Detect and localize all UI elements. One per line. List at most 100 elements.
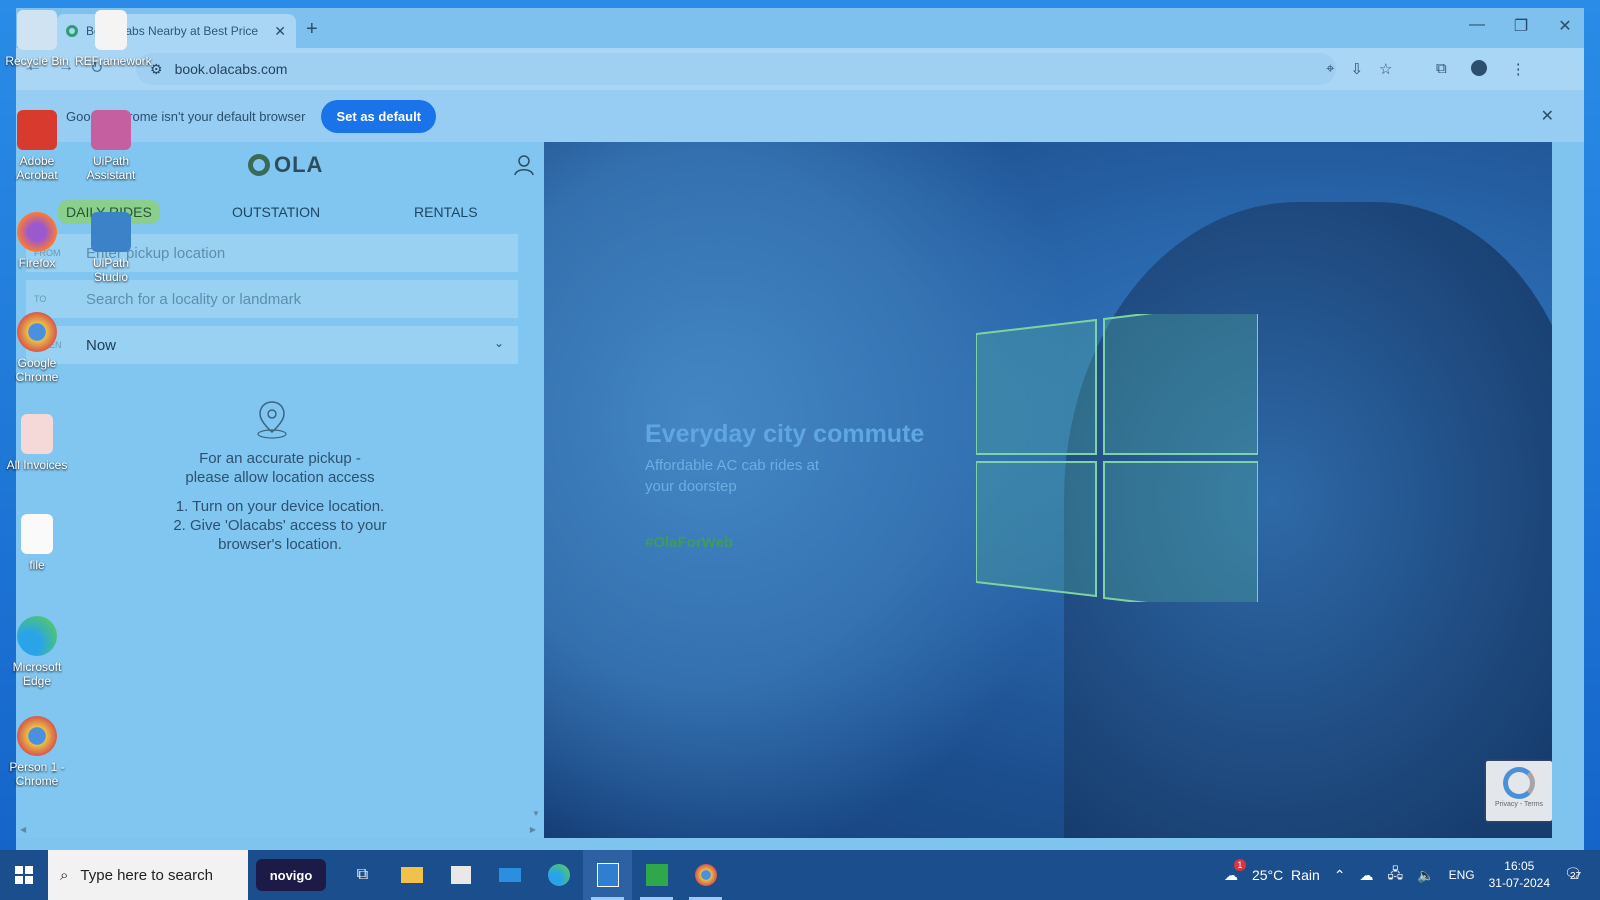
windows-start-icon <box>15 866 33 884</box>
uipath-studio-icon <box>91 212 131 252</box>
taskbar-search-placeholder: Type here to search <box>80 866 213 884</box>
extensions-icon[interactable]: ⧉ <box>1436 60 1447 78</box>
tab-outstation[interactable]: OUTSTATION <box>224 200 328 224</box>
location-blocked-icon[interactable]: ⌖ <box>1326 60 1334 78</box>
recaptcha-icon <box>1503 767 1535 799</box>
novigo-button[interactable]: novigo <box>256 859 326 891</box>
chrome-icon <box>694 864 717 886</box>
start-button[interactable] <box>0 850 48 900</box>
ola-logo-ring-icon <box>248 154 270 176</box>
location-prompt-line1: For an accurate pickup - <box>199 450 361 467</box>
mail-icon <box>498 868 521 882</box>
location-prompt-line2: please allow location access <box>185 469 375 486</box>
restore-icon[interactable]: ❐ <box>1512 16 1530 36</box>
when-select[interactable]: Now <box>86 337 116 354</box>
recaptcha-text[interactable]: Privacy - Terms <box>1486 801 1552 808</box>
close-window-icon[interactable]: ✕ <box>1556 16 1574 36</box>
toolbar-right: ⧉ ⋮ <box>1436 60 1526 78</box>
browser-toolbar: ← → ↻ ⚙ book.olacabs.com ⌖ ⇩ ☆ ⧉ ⋮ <box>16 48 1584 90</box>
taskbar: ⌕ Type here to search novigo ⧉ ☁ 1 25°C … <box>0 850 1600 900</box>
tab-rentals[interactable]: RENTALS <box>406 200 486 224</box>
network-icon[interactable]: 🖧 <box>1388 863 1404 887</box>
hero-hashtag[interactable]: #OlaForWeb <box>645 534 733 551</box>
desktop-icon-adobe-acrobat[interactable]: Adobe Acrobat <box>1 110 73 182</box>
minimize-icon[interactable]: — <box>1468 16 1486 36</box>
when-field[interactable]: WHEN Now ⌄ <box>26 326 518 364</box>
user-account-icon[interactable] <box>514 154 534 176</box>
window-controls: — ❐ ✕ <box>1468 16 1574 36</box>
desktop-icon-firefox[interactable]: Firefox <box>1 212 73 270</box>
scroll-right-arrow-icon[interactable]: ▶ <box>530 825 536 834</box>
windows-logo-icon <box>976 314 1258 602</box>
media-player-icon <box>645 864 668 886</box>
chrome-taskbar-button[interactable] <box>681 850 730 900</box>
folder-icon <box>21 414 53 454</box>
omnibox-actions: ⌖ ⇩ ☆ <box>1326 60 1392 78</box>
horizontal-scrollbar[interactable]: ◀ ▶ <box>16 824 544 838</box>
volume-icon[interactable]: 🔈 <box>1417 867 1434 884</box>
chrome-icon <box>17 312 57 352</box>
file-explorer-button[interactable] <box>387 850 436 900</box>
show-hidden-icons-icon[interactable]: ⌃ <box>1334 867 1346 884</box>
kebab-menu-icon[interactable]: ⋮ <box>1511 60 1526 78</box>
weather-text[interactable]: 25°C Rain <box>1252 867 1320 883</box>
store-icon <box>450 866 471 884</box>
edge-icon <box>17 616 57 656</box>
to-label: TO <box>34 294 47 304</box>
chrome-profile-icon <box>17 716 57 756</box>
new-tab-icon[interactable]: + <box>306 18 318 41</box>
desktop-icon-uipath-studio[interactable]: UiPath Studio <box>75 212 147 284</box>
hero-banner: Everyday city commute Affordable AC cab … <box>544 142 1552 838</box>
desktop-icon-reframework[interactable]: REFramework <box>75 10 152 68</box>
recaptcha-badge[interactable]: Privacy - Terms <box>1486 761 1552 821</box>
location-pin-icon <box>257 401 287 439</box>
notification-center[interactable]: 🗨 27 <box>1564 865 1588 885</box>
search-icon: ⌕ <box>60 866 69 884</box>
desktop-icon-all-invoices[interactable]: All Invoices <box>1 414 73 472</box>
document-icon <box>95 10 127 50</box>
tab-close-icon[interactable]: ✕ <box>274 23 286 40</box>
microsoft-store-button[interactable] <box>436 850 485 900</box>
location-step-1: 1. Turn on your device location. <box>175 498 385 515</box>
media-player-button[interactable] <box>632 850 681 900</box>
clock[interactable]: 16:05 31-07-2024 <box>1489 858 1550 892</box>
recycle-bin-icon <box>17 10 57 50</box>
infobar-close-icon[interactable]: ✕ <box>1541 106 1554 126</box>
hero-subtitle: Affordable AC cab rides at your doorstep <box>645 455 875 497</box>
ola-logo[interactable]: OLA <box>248 152 323 178</box>
ola-logo-text: OLA <box>274 152 324 177</box>
hero-subtitle-line1: Affordable AC cab rides at <box>645 457 819 474</box>
drop-field[interactable]: TO Search for a locality or landmark <box>26 280 518 318</box>
mail-button[interactable] <box>485 850 534 900</box>
task-view-icon: ⧉ <box>356 866 369 883</box>
ola-page: OLA DAILY RIDES OUTSTATION RENTALS FROM … <box>16 142 1584 838</box>
bookmark-star-icon[interactable]: ☆ <box>1379 60 1392 78</box>
task-view-button[interactable]: ⧉ <box>338 850 387 900</box>
notification-count: 27 <box>1570 871 1582 882</box>
scroll-left-arrow-icon[interactable]: ◀ <box>20 825 26 834</box>
desktop-icon-file[interactable]: file <box>1 514 73 572</box>
edge-icon <box>547 864 570 886</box>
set-as-default-button[interactable]: Set as default <box>321 99 437 133</box>
desktop-icon-google-chrome[interactable]: Google Chrome <box>1 312 73 384</box>
hero-subtitle-line2: your doorstep <box>645 478 737 495</box>
taskbar-search[interactable]: ⌕ Type here to search <box>48 850 248 900</box>
chevron-down-icon[interactable]: ⌄ <box>494 336 504 350</box>
desktop-icon-person1-chrome[interactable]: Person 1 - Chrome <box>1 716 73 788</box>
install-app-icon[interactable]: ⇩ <box>1350 60 1363 78</box>
language-indicator[interactable]: ENG <box>1449 868 1475 882</box>
uipath-studio-taskbar-button[interactable] <box>583 850 632 900</box>
desktop-icon-recycle-bin[interactable]: Recycle Bin <box>1 10 73 68</box>
weather-widget[interactable]: ☁ 1 <box>1224 858 1246 884</box>
desktop-icon-microsoft-edge[interactable]: Microsoft Edge <box>1 616 73 688</box>
hero-title: Everyday city commute <box>645 420 925 448</box>
taskbar-apps: ⧉ <box>338 850 730 900</box>
drop-input[interactable]: Search for a locality or landmark <box>86 291 301 308</box>
edge-taskbar-button[interactable] <box>534 850 583 900</box>
address-bar[interactable]: ⚙ book.olacabs.com <box>136 53 1336 85</box>
scroll-down-arrow-icon[interactable]: ▼ <box>532 809 540 818</box>
default-browser-infobar: Google Chrome isn't your default browser… <box>16 90 1584 142</box>
profile-avatar-icon[interactable] <box>1470 60 1487 76</box>
onedrive-icon[interactable]: ☁ <box>1360 867 1374 884</box>
desktop-icon-uipath-assistant[interactable]: UiPath Assistant <box>75 110 147 182</box>
